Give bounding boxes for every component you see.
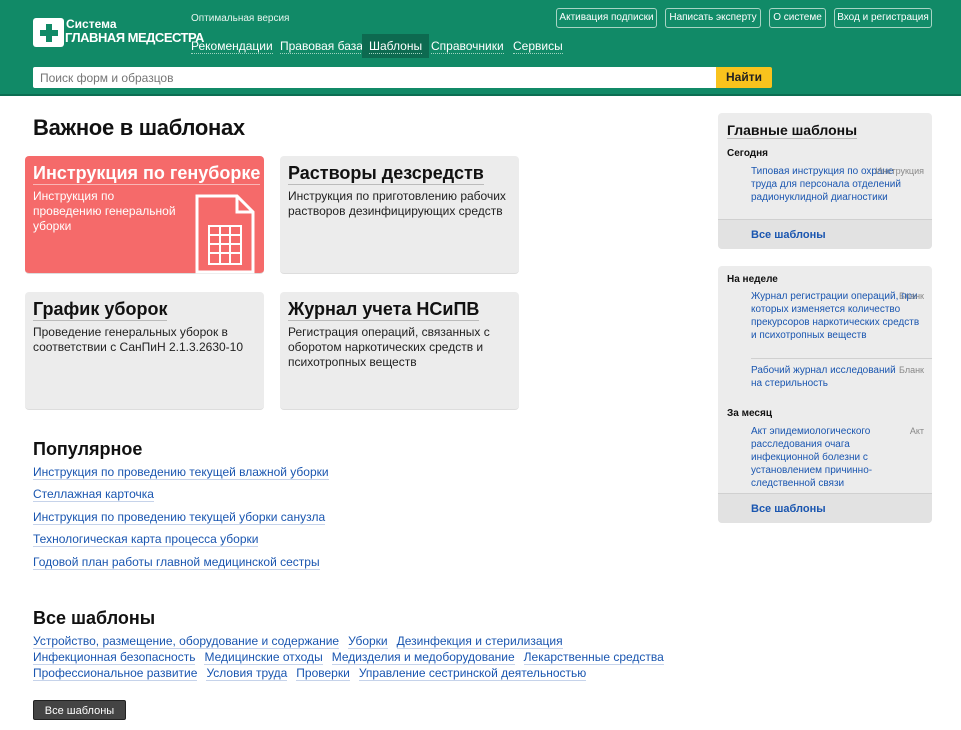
- nav-label: Правовая база: [280, 39, 363, 54]
- card-cleaning-schedule[interactable]: График уборок Проведение генеральных убо…: [25, 292, 264, 410]
- card-general-cleaning[interactable]: Инструкция по генуборке Инструкция по пр…: [25, 156, 264, 274]
- card-desc: Инструкция по проведению генеральной убо…: [33, 189, 176, 233]
- card-narcotics-journal[interactable]: Журнал учета НСиПВ Регистрация операций,…: [280, 292, 519, 410]
- popular-link[interactable]: Стеллажная карточка: [33, 487, 154, 502]
- card-title[interactable]: Инструкция по генуборке: [33, 163, 261, 185]
- page-title: Важное в шаблонах: [33, 115, 245, 140]
- category-link[interactable]: Дезинфекция и стерилизация: [396, 634, 563, 649]
- card-disinfectant-solutions[interactable]: Растворы дезсредств Инструкция по пригот…: [280, 156, 519, 274]
- popular-link[interactable]: Годовой план работы главной медицинской …: [33, 555, 320, 570]
- sidebar-month-label: За месяц: [727, 408, 772, 419]
- sidebar-template-tag: Бланк: [899, 365, 924, 375]
- nav-templates[interactable]: Шаблоны: [362, 34, 430, 58]
- version-label: Оптимальная версия: [191, 13, 290, 24]
- category-link[interactable]: Медицинские отходы: [204, 650, 323, 665]
- nav-services[interactable]: Сервисы: [513, 34, 563, 58]
- nav-label: Справочники: [431, 39, 504, 54]
- sidebar-template-link[interactable]: Рабочий журнал исследований на стерильно…: [751, 364, 906, 390]
- card-title[interactable]: Растворы дезсредств: [288, 163, 484, 185]
- nav-references[interactable]: Справочники: [431, 34, 504, 58]
- sidebar-template-link[interactable]: Акт эпидемиологического расследования оч…: [751, 425, 896, 490]
- category-link[interactable]: Проверки: [296, 666, 350, 681]
- sidebar-footer: Все шаблоны: [718, 493, 932, 523]
- site-header: Система ГЛАВНАЯ МЕДСЕСТРА Оптимальная ве…: [0, 0, 961, 96]
- sidebar-all-link[interactable]: Все шаблоны: [751, 229, 826, 241]
- category-link[interactable]: Профессиональное развитие: [33, 666, 198, 681]
- category-row: Устройство, размещение, оборудование и с…: [33, 634, 572, 649]
- category-link[interactable]: Условия труда: [206, 666, 288, 681]
- card-title[interactable]: Журнал учета НСиПВ: [288, 299, 480, 321]
- nav-label: Сервисы: [513, 39, 563, 54]
- sidebar-title: Главные шаблоны: [727, 122, 858, 139]
- search-box: [33, 67, 717, 88]
- logo-line2[interactable]: ГЛАВНАЯ МЕДСЕСТРА: [65, 30, 204, 45]
- card-title[interactable]: График уборок: [33, 299, 168, 321]
- logo-line1[interactable]: Система: [66, 17, 117, 31]
- ask-expert-button[interactable]: Написать эксперту: [665, 8, 761, 28]
- all-templates-heading: Все шаблоны: [33, 608, 156, 628]
- sidebar-template-tag: Акт: [909, 426, 924, 436]
- sidebar-template-tag: Бланк: [899, 291, 924, 301]
- login-button[interactable]: Вход и регистрация: [834, 8, 932, 28]
- category-row: Инфекционная безопасность Медицинские отх…: [33, 650, 673, 665]
- nav-recommendations[interactable]: Рекомендации: [191, 34, 273, 58]
- popular-heading: Популярное: [33, 439, 143, 459]
- card-desc: Регистрация операций, связанных с оборот…: [288, 325, 490, 369]
- card-desc: Проведение генеральных уборок в соответс…: [33, 325, 244, 354]
- nav-label: Шаблоны: [369, 39, 423, 54]
- search-input[interactable]: [33, 67, 717, 88]
- sidebar-template-tag: Инструкция: [875, 166, 924, 176]
- nav-legal-base[interactable]: Правовая база: [280, 34, 363, 58]
- popular-link[interactable]: Технологическая карта процесса уборки: [33, 532, 259, 547]
- subscription-activation-button[interactable]: Активация подписки: [556, 8, 657, 28]
- sidebar-all-link[interactable]: Все шаблоны: [751, 503, 826, 515]
- sidebar-main-templates: Главные шаблоны Сегодня Типовая инструкц…: [718, 113, 932, 249]
- nav-label: Рекомендации: [191, 39, 273, 54]
- popular-link[interactable]: Инструкция по проведению текущей влажной…: [33, 465, 329, 480]
- logo-cross-icon[interactable]: [33, 18, 64, 47]
- all-templates-button[interactable]: Все шаблоны: [33, 700, 126, 720]
- category-link[interactable]: Управление сестринской деятельностью: [358, 666, 587, 681]
- category-row: Профессиональное развитие Условия труда Пр…: [33, 666, 595, 681]
- category-link[interactable]: Лекарственные средства: [523, 650, 664, 665]
- category-link[interactable]: Уборки: [348, 634, 388, 649]
- sidebar-week-label: На неделе: [727, 274, 778, 285]
- sidebar-separator: [751, 358, 932, 359]
- about-button[interactable]: О системе: [769, 8, 826, 28]
- category-link[interactable]: Медизделия и медоборудование: [331, 650, 515, 665]
- category-link[interactable]: Инфекционная безопасность: [33, 650, 196, 665]
- search-button[interactable]: Найти: [716, 67, 772, 88]
- card-desc: Инструкция по приготовлению рабочих раст…: [288, 189, 506, 218]
- category-link[interactable]: Устройство, размещение, оборудование и с…: [33, 634, 340, 649]
- sidebar-footer: Все шаблоны: [718, 219, 932, 249]
- popular-link[interactable]: Инструкция по проведению текущей уборки …: [33, 510, 326, 525]
- document-icon: [195, 194, 255, 274]
- sidebar-template-link[interactable]: Журнал регистрации операций, при которых…: [751, 290, 921, 342]
- sidebar-today-label: Сегодня: [727, 148, 769, 159]
- sidebar-periodic-templates: На неделе Журнал регистрации операций, п…: [718, 266, 932, 523]
